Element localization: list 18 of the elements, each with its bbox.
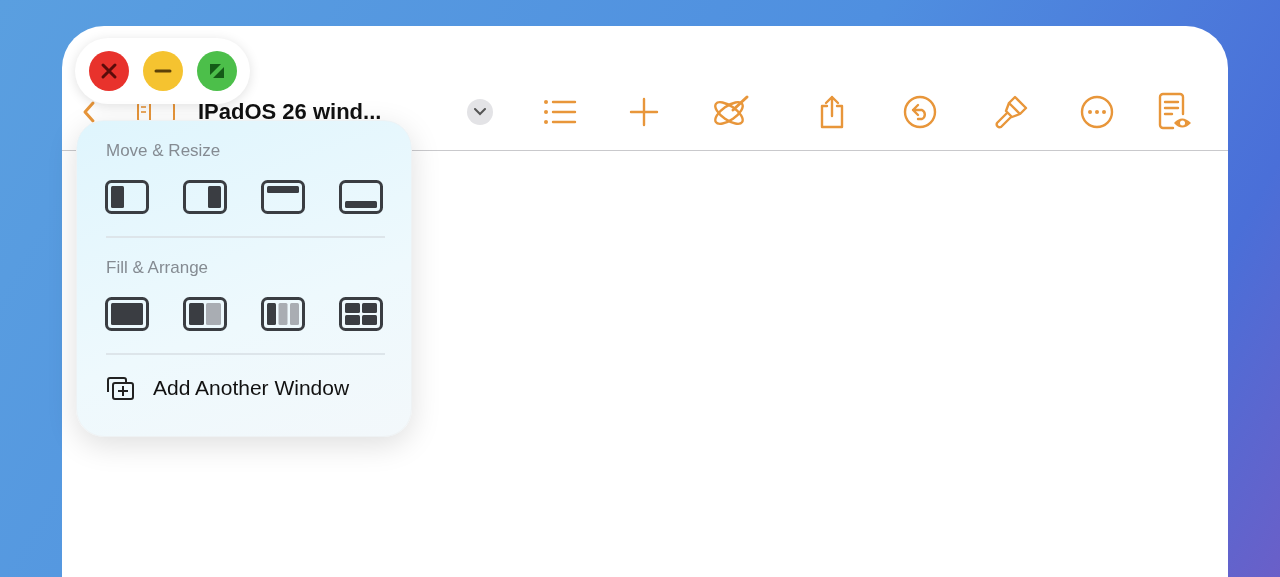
bottom-layout-icon[interactable] xyxy=(339,180,383,214)
add-window-icon xyxy=(105,375,135,401)
quarters-layout-icon[interactable] xyxy=(339,297,383,331)
left-layout-icon[interactable] xyxy=(105,180,149,214)
close-icon[interactable] xyxy=(88,51,129,91)
fill-layout-icon[interactable] xyxy=(105,297,149,331)
top-layout-icon[interactable] xyxy=(261,180,305,214)
thirds-layout-icon[interactable] xyxy=(261,297,305,331)
zoom-icon[interactable] xyxy=(196,51,237,91)
halves-layout-icon[interactable] xyxy=(183,297,227,331)
back-chevron-icon[interactable] xyxy=(82,100,96,124)
section-heading: Move & Resize xyxy=(106,141,222,162)
title-menu-button[interactable] xyxy=(467,99,494,125)
section-heading: Fill & Arrange xyxy=(106,258,210,279)
right-layout-icon[interactable] xyxy=(183,180,227,214)
add-window-menu-item[interactable]: Add Another Window xyxy=(105,375,383,401)
minimize-icon[interactable] xyxy=(142,51,183,91)
chevron-down-icon xyxy=(474,108,487,116)
